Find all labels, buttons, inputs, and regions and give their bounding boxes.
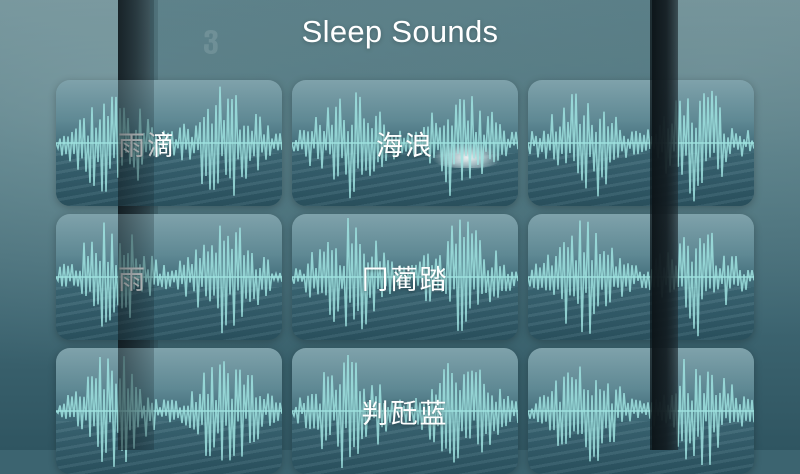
tile-label: [528, 348, 754, 474]
sound-tile-8[interactable]: 判瓩蓝: [292, 348, 518, 474]
sound-tile-waves[interactable]: 海浪: [292, 80, 518, 206]
tile-label: 雨滴: [118, 130, 176, 162]
sound-tile-raindrops[interactable]: 雨滴: [56, 80, 282, 206]
tile-label: 海浪: [376, 130, 434, 162]
sound-tile-6[interactable]: [528, 214, 754, 340]
tile-label: [56, 348, 282, 474]
tile-label: [528, 80, 754, 206]
sound-tile-rain[interactable]: 雨: [56, 214, 282, 340]
tile-label: 雨: [118, 264, 147, 296]
sound-tile-3[interactable]: [528, 80, 754, 206]
sound-tile-9[interactable]: [528, 348, 754, 474]
tile-label: [528, 214, 754, 340]
sound-tile-5[interactable]: 冂蔺踏: [292, 214, 518, 340]
tile-label: 冂蔺踏: [361, 264, 449, 296]
sound-grid: 雨滴 海浪 雨 冂蔺踏 判瓩蓝: [0, 0, 800, 474]
sound-tile-7[interactable]: [56, 348, 282, 474]
phone-edge-right: [652, 0, 678, 450]
tile-label: 判瓩蓝: [361, 398, 449, 430]
